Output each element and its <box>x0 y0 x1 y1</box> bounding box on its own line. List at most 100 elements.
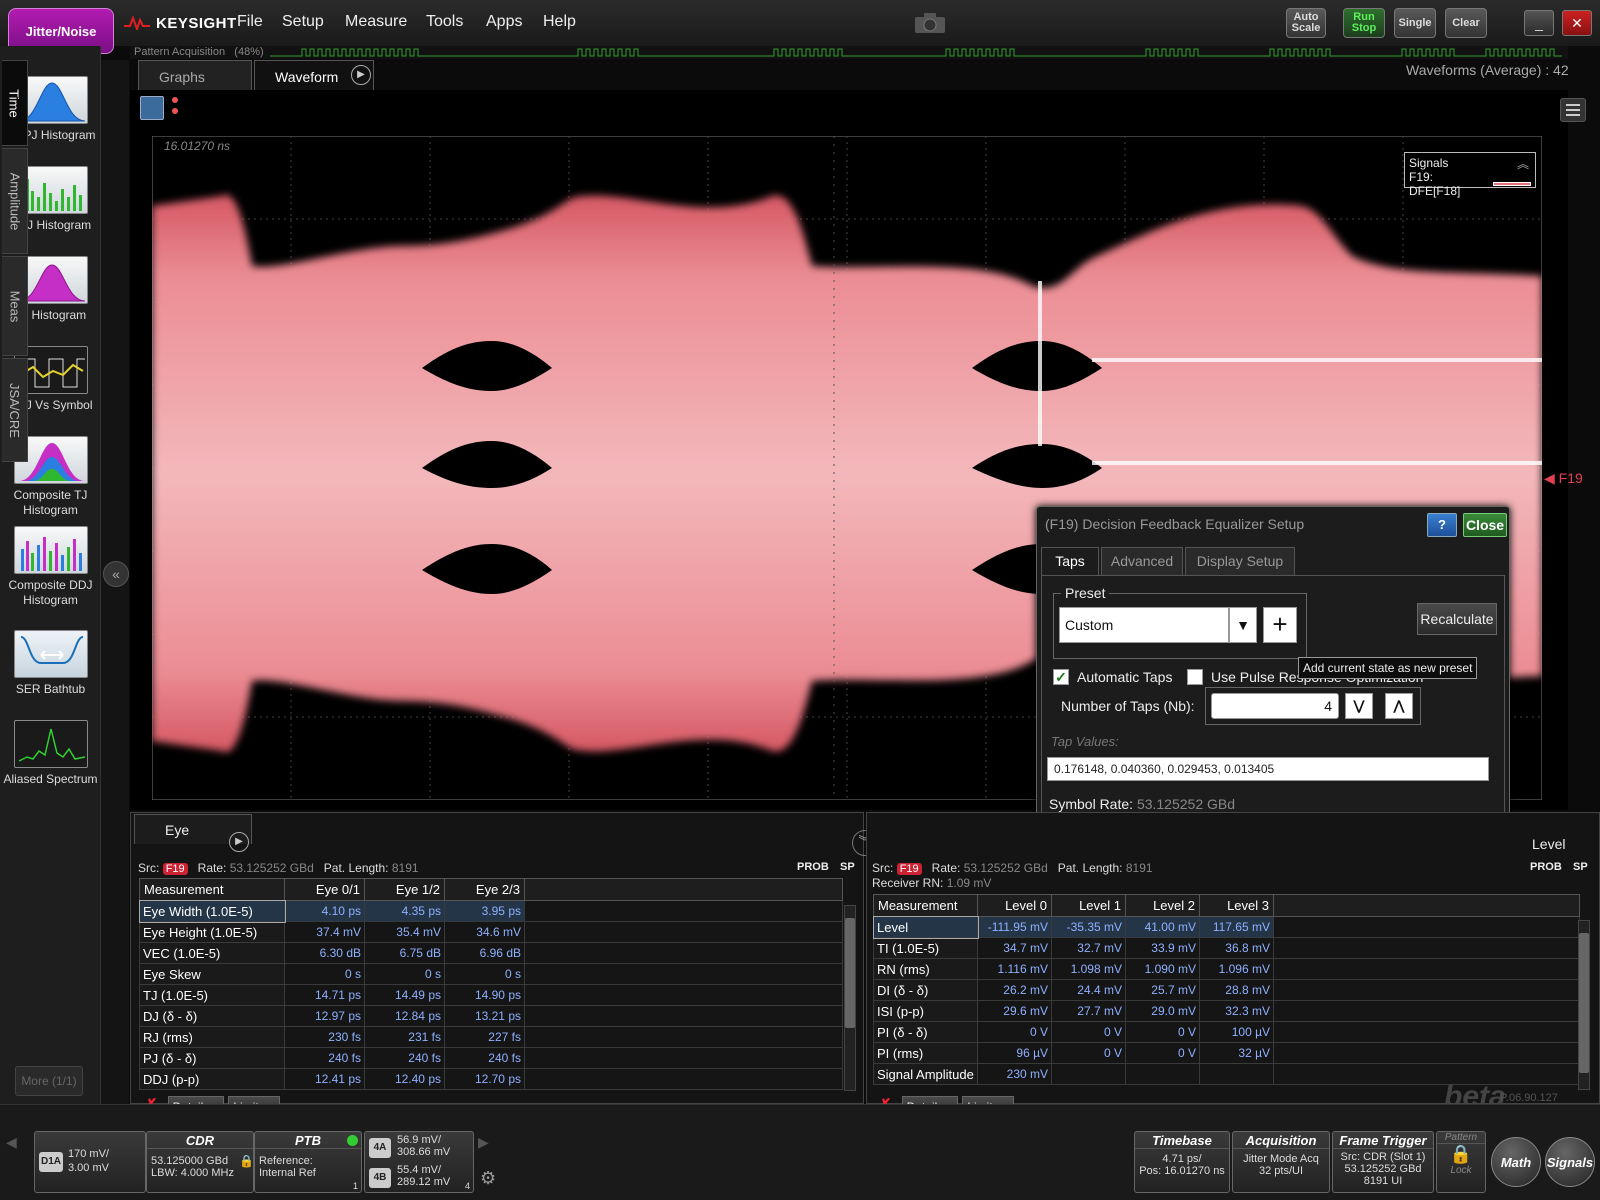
measurement-name-cell[interactable]: ISI (p-p) <box>873 1000 978 1022</box>
tab-time[interactable]: Time <box>2 60 28 146</box>
table-row[interactable]: DDJ (p-p) 12.41 ps 12.40 ps 12.70 ps <box>139 1068 843 1090</box>
measurement-value-cell[interactable]: 230 fs <box>284 1026 365 1048</box>
measurement-value-cell[interactable] <box>1051 1063 1126 1085</box>
close-dialog-button[interactable]: Close <box>1463 513 1507 537</box>
col-level-2[interactable]: Level 2 <box>1125 894 1200 917</box>
measurement-value-cell[interactable]: 32.7 mV <box>1051 937 1126 959</box>
use-pulse-checkbox[interactable] <box>1187 669 1203 685</box>
col-level-0[interactable]: Level 0 <box>977 894 1052 917</box>
level-measurement-table[interactable]: Measurement Level 0 Level 1 Level 2 Leve… <box>872 894 1580 1085</box>
table-row[interactable]: Eye Height (1.0E-5) 37.4 mV 35.4 mV 34.6 mV <box>139 921 843 943</box>
table-row[interactable]: VEC (1.0E-5) 6.30 dB 6.75 dB 6.96 dB <box>139 942 843 964</box>
menu-apps[interactable]: Apps <box>486 13 522 31</box>
measurement-value-cell[interactable]: 6.96 dB <box>444 942 525 964</box>
measurement-value-cell[interactable]: -111.95 mV <box>977 916 1052 938</box>
measurement-value-cell[interactable]: 24.4 mV <box>1051 979 1126 1001</box>
table-row[interactable]: Eye Width (1.0E-5) 4.10 ps 4.35 ps 3.95 ps <box>138 899 843 923</box>
chevron-down-icon[interactable]: ⋁ <box>1345 693 1373 719</box>
play-icon[interactable]: ▶ <box>229 832 249 852</box>
eye-measurement-table[interactable]: Measurement Eye 0/1 Eye 1/2 Eye 2/3 Eye … <box>138 878 843 1090</box>
col-level-3[interactable]: Level 3 <box>1199 894 1274 917</box>
measurement-value-cell[interactable]: 12.40 ps <box>364 1068 445 1090</box>
measurement-name-cell[interactable]: Eye Height (1.0E-5) <box>139 921 285 943</box>
measurement-value-cell[interactable]: 0 V <box>1125 1021 1200 1043</box>
measurement-value-cell[interactable]: 0 s <box>364 963 445 985</box>
measurement-value-cell[interactable]: 36.8 mV <box>1199 937 1274 959</box>
dropdown-arrow-icon[interactable]: ▼ <box>1229 607 1257 643</box>
preset-select[interactable]: Custom <box>1059 607 1229 643</box>
prob-label[interactable]: PROB <box>797 861 829 873</box>
col-measurement[interactable]: Measurement <box>139 878 285 901</box>
measurement-value-cell[interactable]: 100 µV <box>1199 1021 1274 1043</box>
prob-label[interactable]: PROB <box>1530 861 1562 873</box>
palette-composite-ddj[interactable]: Composite DDJ Histogram <box>0 526 101 608</box>
table-row[interactable]: TI (1.0E-5) 34.7 mV 32.7 mV 33.9 mV 36.8 mV <box>873 937 1580 959</box>
measurement-value-cell[interactable]: 34.6 mV <box>444 921 525 943</box>
measurement-value-cell[interactable]: 33.9 mV <box>1125 937 1200 959</box>
chevron-up-icon[interactable]: ︽ <box>1517 155 1529 172</box>
measurement-value-cell[interactable]: 1.098 mV <box>1051 958 1126 980</box>
measurement-value-cell[interactable]: 37.4 mV <box>284 921 365 943</box>
measurement-name-cell[interactable]: RJ (rms) <box>139 1026 285 1048</box>
table-row[interactable]: DJ (δ - δ) 12.97 ps 12.84 ps 13.21 ps <box>139 1005 843 1027</box>
menu-tools[interactable]: Tools <box>426 13 463 31</box>
col-eye-12[interactable]: Eye 1/2 <box>364 878 445 901</box>
num-taps-input[interactable]: 4 <box>1211 693 1339 719</box>
gear-icon[interactable]: ⚙ <box>480 1168 496 1189</box>
run-stop-button[interactable]: Run Stop <box>1343 8 1385 38</box>
measurement-value-cell[interactable]: 13.21 ps <box>444 1005 525 1027</box>
measurement-name-cell[interactable]: PJ (δ - δ) <box>139 1047 285 1069</box>
measurement-value-cell[interactable]: 0 s <box>444 963 525 985</box>
measurement-value-cell[interactable]: 240 fs <box>364 1047 445 1069</box>
level-table-scrollbar[interactable] <box>1578 920 1590 1090</box>
menu-measure[interactable]: Measure <box>345 13 407 31</box>
menu-file[interactable]: File <box>237 13 263 31</box>
measurement-value-cell[interactable]: 6.30 dB <box>284 942 365 964</box>
measurement-name-cell[interactable]: DI (δ - δ) <box>873 979 978 1001</box>
cdr-box[interactable]: CDR 53.125000 GBd LBW: 4.000 MHz 🔒 <box>146 1131 254 1193</box>
tab-advanced[interactable]: Advanced <box>1101 547 1183 575</box>
minimize-button[interactable]: _ <box>1524 10 1554 36</box>
pattern-lock-box[interactable]: Pattern 🔒 Lock <box>1436 1131 1486 1193</box>
measurement-name-cell[interactable]: Eye Width (1.0E-5) <box>138 899 286 923</box>
measurement-name-cell[interactable]: RN (rms) <box>873 958 978 980</box>
scroll-thumb[interactable] <box>1579 933 1589 1073</box>
measurement-name-cell[interactable]: PI (δ - δ) <box>873 1021 978 1043</box>
add-preset-button[interactable]: + <box>1263 607 1297 643</box>
close-window-button[interactable]: ✕ <box>1562 10 1592 36</box>
measurement-value-cell[interactable]: 227 fs <box>444 1026 525 1048</box>
sp-label[interactable]: SP <box>840 861 855 873</box>
col-eye-23[interactable]: Eye 2/3 <box>444 878 525 901</box>
measurement-name-cell[interactable]: Eye Skew <box>139 963 285 985</box>
measurement-value-cell[interactable]: 27.7 mV <box>1051 1000 1126 1022</box>
measurement-value-cell[interactable] <box>1199 1063 1274 1085</box>
signals-legend[interactable]: Signals F19: DFE[F18] ︽ <box>1404 152 1536 198</box>
collapse-palette-button[interactable]: « <box>103 561 129 587</box>
palette-aliased-spectrum[interactable]: Aliased Spectrum <box>0 720 101 787</box>
play-icon[interactable]: ▶ <box>351 65 371 85</box>
measurement-value-cell[interactable]: 34.7 mV <box>977 937 1052 959</box>
table-row[interactable]: PI (δ - δ) 0 V0 V0 V 100 µV <box>873 1021 1580 1043</box>
measurement-value-cell[interactable]: 29.6 mV <box>977 1000 1052 1022</box>
camera-icon[interactable] <box>914 12 946 37</box>
measurement-value-cell[interactable]: 14.71 ps <box>284 984 365 1006</box>
tap-values-field[interactable]: 0.176148, 0.040360, 0.029453, 0.013405 <box>1047 757 1489 781</box>
measurement-value-cell[interactable]: 12.84 ps <box>364 1005 445 1027</box>
eye-table-scrollbar[interactable] <box>844 905 856 1091</box>
clear-button[interactable]: Clear <box>1445 8 1487 38</box>
measurement-value-cell[interactable]: 25.7 mV <box>1125 979 1200 1001</box>
measurement-value-cell[interactable]: 28.8 mV <box>1199 979 1274 1001</box>
timebase-box[interactable]: Timebase 4.71 ps/ Pos: 16.01270 ns <box>1134 1131 1230 1193</box>
tab-meas[interactable]: Meas <box>2 256 28 356</box>
tab-level[interactable]: Level <box>1532 836 1565 852</box>
tab-taps[interactable]: Taps <box>1041 547 1099 575</box>
measurement-value-cell[interactable]: 26.2 mV <box>977 979 1052 1001</box>
measurement-value-cell[interactable]: 6.75 dB <box>364 942 445 964</box>
measurement-name-cell[interactable]: Level <box>872 915 979 939</box>
scroll-left-icon[interactable]: ◀ <box>6 1134 17 1151</box>
measurement-value-cell[interactable]: 3.95 ps <box>444 900 525 922</box>
menu-hamburger-icon[interactable] <box>1560 98 1586 122</box>
math-button[interactable]: Math <box>1491 1137 1541 1187</box>
acquisition-box[interactable]: Acquisition Jitter Mode Acq 32 pts/UI <box>1232 1131 1330 1193</box>
tab-graphs[interactable]: Graphs <box>138 60 252 90</box>
